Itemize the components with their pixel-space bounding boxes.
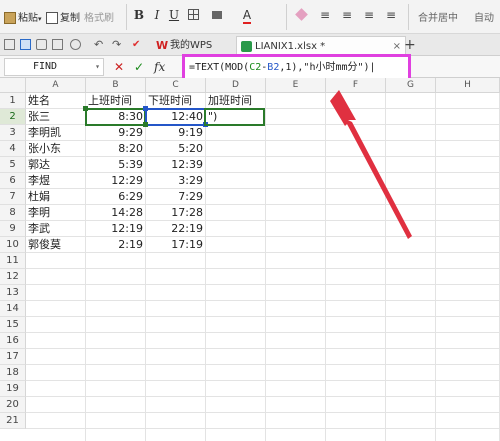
arrow-shape — [330, 90, 412, 239]
annotation-arrow — [330, 90, 412, 239]
